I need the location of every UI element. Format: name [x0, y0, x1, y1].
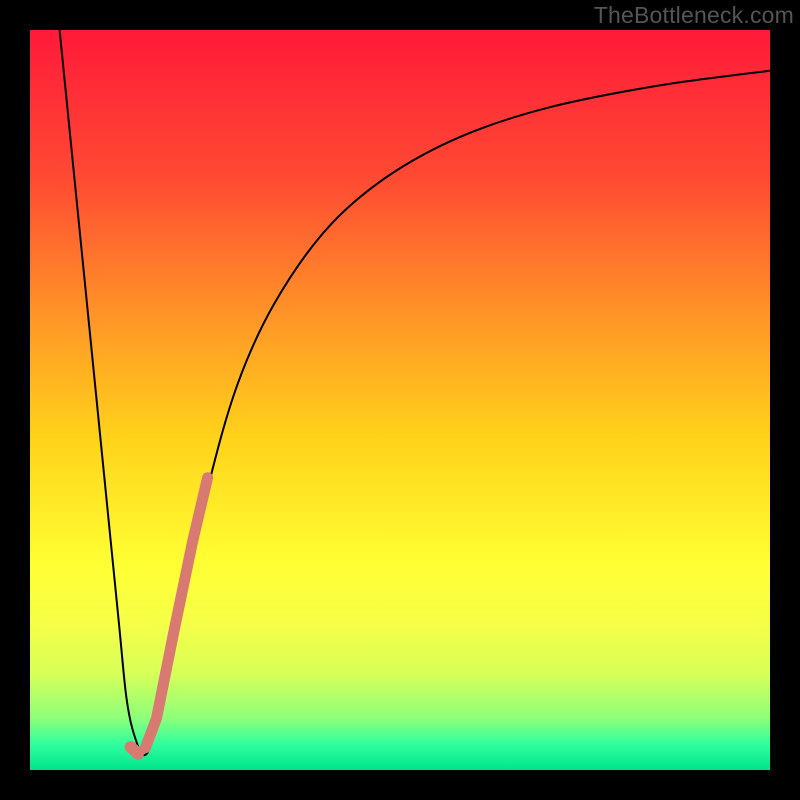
- chart-svg: [30, 30, 770, 770]
- highlight-dot: [131, 747, 138, 754]
- gradient-background: [30, 30, 770, 770]
- watermark-text: TheBottleneck.com: [594, 2, 794, 29]
- chart-frame: TheBottleneck.com: [0, 0, 800, 800]
- plot-area: [30, 30, 770, 770]
